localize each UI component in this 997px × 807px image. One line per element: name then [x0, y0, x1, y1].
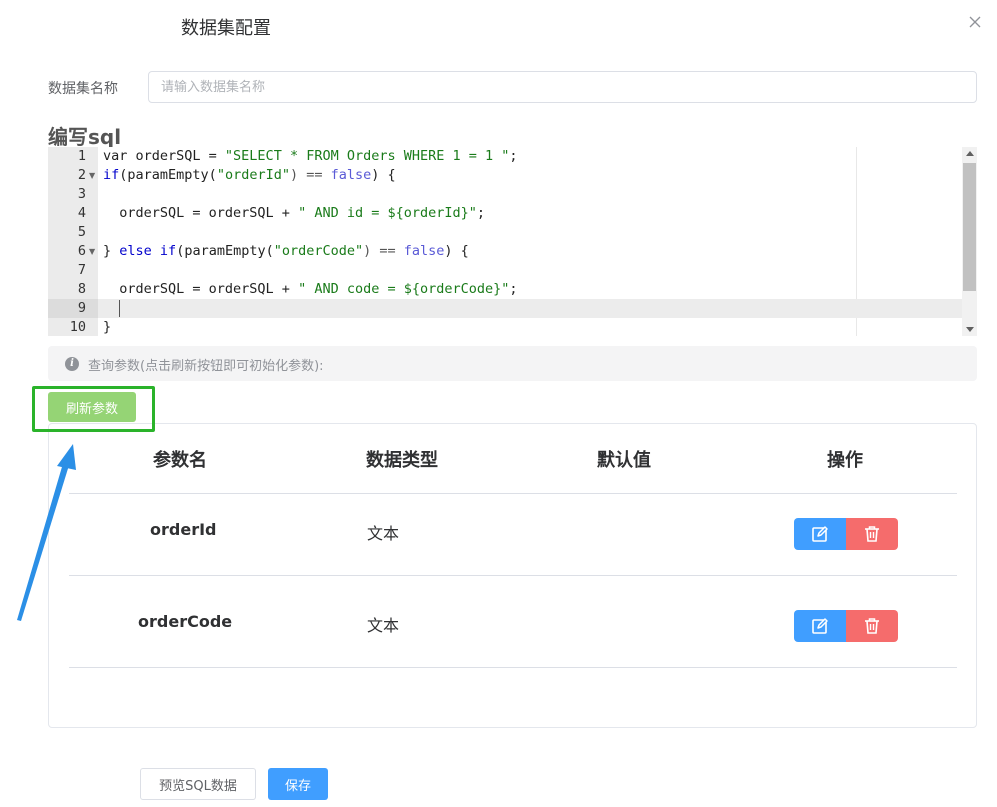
fold-arrow-icon[interactable]: ▼: [89, 166, 95, 185]
line-number: 3: [77, 186, 86, 202]
line-number: 6: [77, 243, 86, 259]
scrollbar-thumb[interactable]: [963, 163, 976, 291]
row-divider: [69, 667, 957, 668]
sql-section-title: 编写sql: [48, 125, 122, 149]
line-number: 4: [77, 205, 86, 221]
preview-sql-button[interactable]: 预览SQL数据: [140, 768, 256, 800]
editor-scrollbar[interactable]: [962, 147, 977, 336]
fold-arrow-icon[interactable]: ▼: [89, 242, 95, 261]
header-data-type: 数据类型: [366, 450, 438, 471]
code-line-4: orderSQL = orderSQL + " AND id = ${order…: [103, 205, 486, 221]
delete-button[interactable]: [846, 610, 898, 642]
code-line-10: }: [103, 319, 112, 335]
code-line-8: orderSQL = orderSQL + " AND code = ${ord…: [103, 281, 518, 297]
scroll-down-icon[interactable]: [966, 327, 974, 332]
row-divider: [69, 493, 957, 494]
code-line-2: if(paramEmpty("orderId") == false) {: [103, 167, 396, 183]
scroll-up-icon[interactable]: [966, 151, 974, 156]
edit-button[interactable]: [794, 518, 846, 550]
editor-gutter: 1 2 ▼ 3 4 5 6 ▼ 7 8 9 10: [48, 147, 98, 336]
line-number: 2: [77, 167, 86, 183]
delete-button[interactable]: [846, 518, 898, 550]
header-actions: 操作: [827, 450, 863, 471]
params-table: 参数名 数据类型 默认值 操作 orderId 文本 orderCode 文本: [48, 423, 977, 728]
code-line-9-active: [98, 299, 962, 318]
sql-editor[interactable]: 1 2 ▼ 3 4 5 6 ▼ 7 8 9 10 var orderSQL = …: [48, 147, 977, 336]
save-button[interactable]: 保存: [268, 768, 328, 800]
code-area[interactable]: var orderSQL = "SELECT * FROM Orders WHE…: [98, 147, 962, 336]
param-name-cell: orderCode: [138, 612, 233, 631]
info-icon: i: [65, 357, 79, 371]
alert-text: 查询参数(点击刷新按钮即可初始化参数):: [88, 359, 324, 374]
query-params-alert: i 查询参数(点击刷新按钮即可初始化参数):: [48, 346, 977, 381]
trash-icon: [865, 526, 879, 542]
dataset-name-label: 数据集名称: [48, 81, 118, 97]
text-cursor: [119, 300, 120, 317]
param-type-cell: 文本: [367, 616, 400, 635]
edit-icon: [812, 526, 828, 542]
line-number: 5: [77, 224, 86, 240]
refresh-params-button[interactable]: 刷新参数: [48, 392, 136, 422]
code-line-6: } else if(paramEmpty("orderCode") == fal…: [103, 243, 469, 259]
line-number: 1: [77, 148, 86, 164]
edit-button[interactable]: [794, 610, 846, 642]
row-divider: [69, 575, 957, 576]
trash-icon: [865, 618, 879, 634]
dialog-title: 数据集配置: [181, 18, 271, 39]
header-default-value: 默认值: [597, 450, 651, 471]
param-name-cell: orderId: [150, 520, 217, 539]
header-param-name: 参数名: [153, 450, 207, 471]
edit-icon: [812, 618, 828, 634]
close-icon[interactable]: [966, 13, 984, 31]
line-number: 7: [77, 262, 86, 278]
dataset-name-input[interactable]: [148, 71, 977, 103]
line-number: 8: [77, 281, 86, 297]
param-type-cell: 文本: [367, 524, 400, 543]
line-number-active: 9: [48, 299, 98, 318]
line-number: 10: [69, 319, 86, 335]
code-line-1: var orderSQL = "SELECT * FROM Orders WHE…: [103, 148, 518, 164]
